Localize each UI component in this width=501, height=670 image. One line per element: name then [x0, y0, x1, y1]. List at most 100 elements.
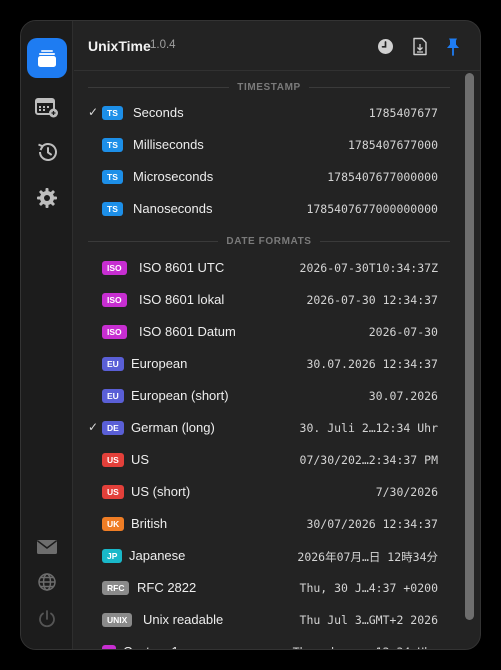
format-label: ISO 8601 Datum — [139, 324, 236, 339]
section-header: DATE FORMATS — [88, 234, 450, 248]
sidebar-item-history[interactable] — [27, 132, 67, 172]
pin-icon[interactable] — [442, 35, 464, 57]
format-value[interactable]: 1785407677000000 — [327, 170, 438, 184]
format-label: British — [131, 516, 168, 531]
format-value[interactable]: 30.07.2026 12:34:37 — [306, 357, 438, 371]
header: UnixTime 1.0.4 — [74, 21, 480, 71]
clock-icon[interactable] — [374, 35, 396, 57]
divider — [88, 240, 219, 242]
format-row[interactable]: JP Japanese 2026年07月…日 12時34分 — [74, 540, 450, 572]
format-label: ISO 8601 UTC — [139, 260, 225, 275]
format-label: Milliseconds — [133, 137, 204, 152]
format-badge: UK — [102, 517, 125, 531]
format-row[interactable]: Custom 1 Thursday, … 12:34 Uhr — [74, 636, 450, 649]
format-value[interactable]: 1785407677 — [369, 106, 438, 120]
format-badge: ISO — [102, 261, 127, 275]
globe-icon — [37, 572, 57, 592]
format-label: Seconds — [133, 105, 184, 120]
format-badge: UNIX — [102, 613, 133, 627]
format-value[interactable]: Thu, 30 J…4:37 +0200 — [300, 581, 438, 595]
format-label: US (short) — [131, 484, 191, 499]
format-row[interactable]: US US (short) 7/30/2026 — [74, 476, 450, 508]
format-badge: ISO — [102, 293, 127, 307]
format-label: US — [131, 452, 150, 467]
settings-gear-icon — [35, 186, 59, 210]
format-row[interactable]: UK British 30/07/2026 12:34:37 — [74, 508, 450, 540]
format-label: RFC 2822 — [137, 580, 197, 595]
scrollbar-thumb[interactable] — [465, 73, 474, 620]
format-row[interactable]: RFC RFC 2822 Thu, 30 J…4:37 +0200 — [74, 572, 450, 604]
sidebar-language-button[interactable] — [27, 562, 67, 602]
format-value[interactable]: 2026-07-30 — [369, 325, 438, 339]
format-row[interactable]: EU European (short) 30.07.2026 — [74, 380, 450, 412]
format-label: European — [131, 356, 188, 371]
format-value[interactable]: 30.07.2026 — [369, 389, 438, 403]
format-badge: US — [102, 485, 124, 499]
format-row[interactable]: TS Microseconds 1785407677000000 — [74, 161, 450, 193]
history-icon — [35, 140, 59, 164]
format-badge: JP — [102, 549, 123, 563]
sidebar-item-settings[interactable] — [27, 178, 67, 218]
format-row[interactable]: ✓ DE German (long) 30. Juli 2…12:34 Uhr — [74, 412, 450, 444]
format-value[interactable]: 2026-07-30T10:34:37Z — [300, 261, 438, 275]
calendar-convert-icon — [34, 96, 60, 120]
format-value[interactable]: 1785407677000000000 — [306, 202, 438, 216]
app-title: UnixTime — [88, 38, 151, 54]
format-value[interactable]: 1785407677000 — [348, 138, 438, 152]
format-value[interactable]: Thursday, … 12:34 Uhr — [293, 645, 438, 649]
format-row[interactable]: EU European 30.07.2026 12:34:37 — [74, 348, 450, 380]
sidebar-mail-button[interactable] — [27, 527, 67, 567]
scrollbar[interactable] — [464, 73, 476, 645]
section-title: TIMESTAMP — [237, 81, 301, 93]
sidebar-item-calendar-convert[interactable] — [27, 88, 67, 128]
format-row[interactable]: TS Nanoseconds 1785407677000000000 — [74, 193, 450, 225]
format-badge — [102, 645, 116, 649]
format-badge: DE — [102, 421, 124, 435]
section-title: DATE FORMATS — [226, 235, 312, 247]
app-window: UnixTime 1.0.4 TIMESTAMP ✓ TS Seconds 17… — [20, 20, 481, 650]
format-badge: RFC — [102, 581, 130, 595]
format-label: Microseconds — [133, 169, 214, 184]
divider — [308, 86, 451, 88]
format-label: German (long) — [131, 420, 215, 435]
sidebar-quit-button[interactable] — [27, 599, 67, 639]
section-header: TIMESTAMP — [88, 80, 451, 94]
checkmark-icon: ✓ — [88, 105, 99, 119]
format-value[interactable]: 2026年07月…日 12時34分 — [297, 549, 438, 565]
format-row[interactable]: TS Milliseconds 1785407677000 — [74, 129, 450, 161]
export-file-icon[interactable] — [409, 35, 431, 57]
format-value[interactable]: 30. Juli 2…12:34 Uhr — [300, 421, 438, 435]
format-value[interactable]: 7/30/2026 — [376, 485, 438, 499]
format-label: Nanoseconds — [133, 201, 213, 216]
format-row[interactable]: ISO ISO 8601 UTC 2026-07-30T10:34:37Z — [74, 252, 450, 284]
format-value[interactable]: 07/30/202…2:34:37 PM — [300, 453, 438, 467]
format-value[interactable]: Thu Jul 3…GMT+2 2026 — [300, 613, 438, 627]
format-label: Japanese — [129, 548, 186, 563]
format-badge: TS — [102, 170, 123, 184]
sidebar-item-timestamps[interactable] — [27, 38, 67, 78]
format-label: European (short) — [131, 388, 229, 403]
format-row[interactable]: ISO ISO 8601 lokal 2026-07-30 12:34:37 — [74, 284, 450, 316]
divider — [319, 240, 450, 242]
format-row[interactable]: ✓ TS Seconds 1785407677 — [74, 97, 450, 129]
format-badge: EU — [102, 357, 124, 371]
format-badge: TS — [102, 106, 123, 120]
format-row[interactable]: UNIX Unix readable Thu Jul 3…GMT+2 2026 — [74, 604, 450, 636]
format-badge: TS — [102, 138, 123, 152]
app-version: 1.0.4 — [150, 39, 176, 51]
format-list[interactable]: TIMESTAMP ✓ TS Seconds 1785407677 TS Milliseco… — [74, 72, 480, 649]
format-badge: ISO — [102, 325, 127, 339]
format-row[interactable]: ISO ISO 8601 Datum 2026-07-30 — [74, 316, 450, 348]
main-panel: UnixTime 1.0.4 TIMESTAMP ✓ TS Seconds 17… — [74, 21, 480, 649]
timestamps-icon — [36, 47, 58, 69]
sidebar — [21, 21, 73, 649]
format-value[interactable]: 30/07/2026 12:34:37 — [306, 517, 438, 531]
format-row[interactable]: US US 07/30/202…2:34:37 PM — [74, 444, 450, 476]
format-label: Unix readable — [143, 612, 224, 627]
divider — [88, 86, 230, 88]
format-label: Custom 1 — [123, 644, 179, 649]
checkmark-icon: ✓ — [88, 420, 99, 434]
mail-icon — [36, 539, 58, 555]
format-value[interactable]: 2026-07-30 12:34:37 — [306, 293, 438, 307]
power-icon — [37, 609, 57, 629]
